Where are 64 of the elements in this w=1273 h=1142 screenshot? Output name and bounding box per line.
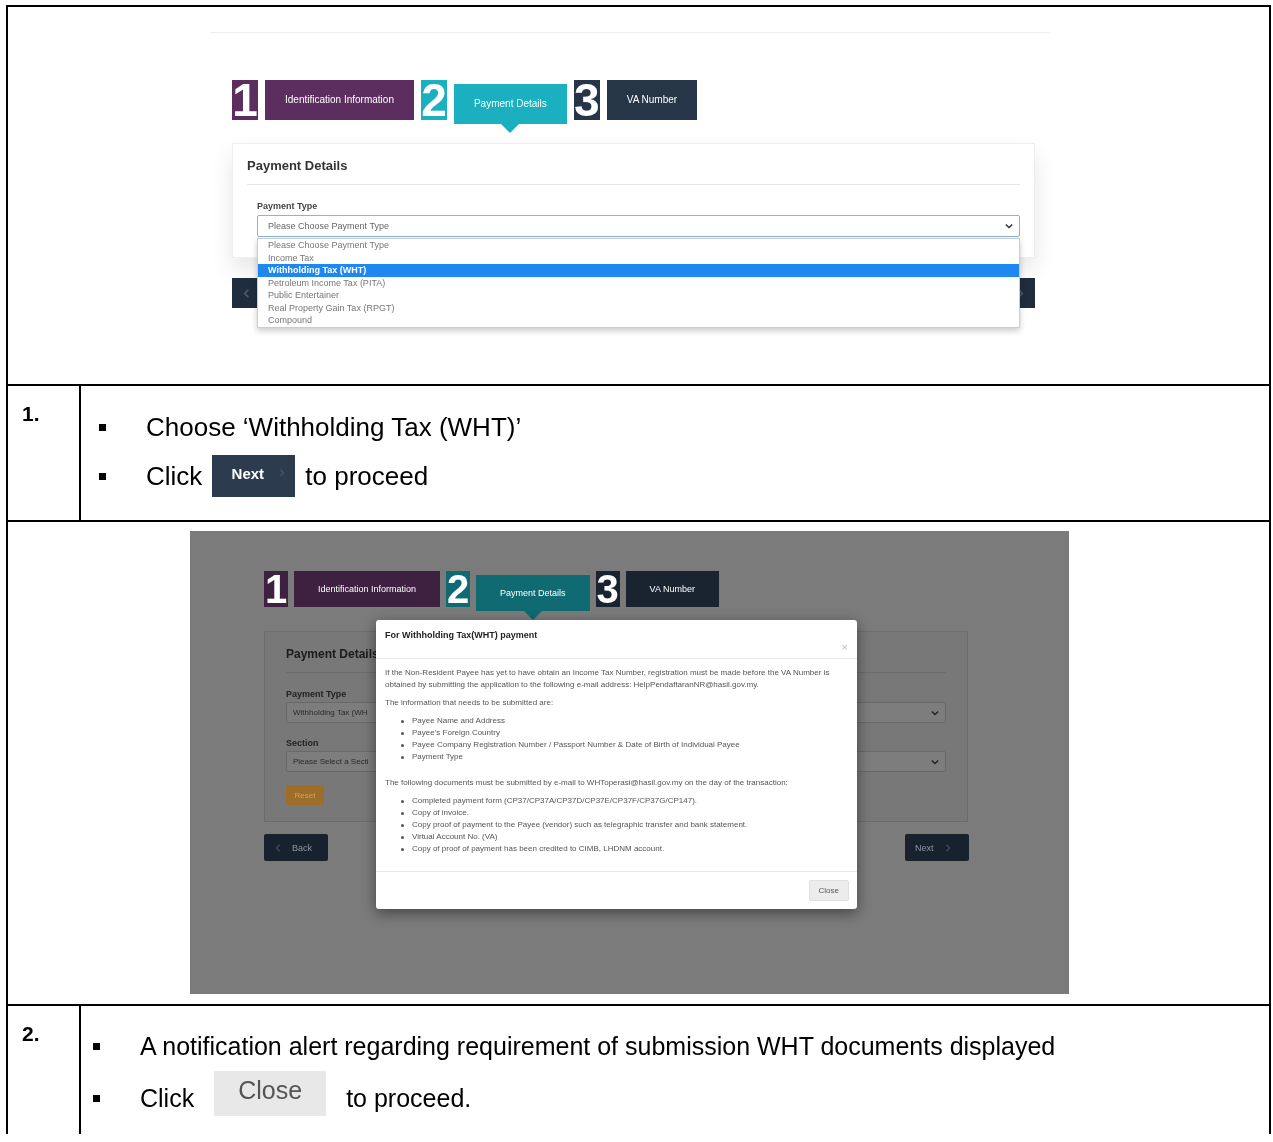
modal-paragraph: If the Non-Resident Payee has yet to have obtain an Income Tax Number, registration must be made before the VA Number is obtained by submitting the application to the following e-mail address: HelpPendaftaranNR@hasil.gov.my.: [385, 667, 831, 691]
instruction-text: to proceed: [305, 460, 429, 492]
chevron-left-icon: [274, 843, 282, 852]
list-item: Copy of proof of payment has been credited to CIMB, LHDNM account.: [412, 843, 665, 855]
chevron-right-icon: [943, 843, 952, 852]
field-label: Payment Type: [286, 689, 347, 699]
bullet-icon: [401, 743, 404, 747]
card-title: Payment Details: [247, 158, 348, 173]
step-number: 2.: [22, 1022, 40, 1045]
list-item: Payee Company Registration Number / Passport Number & Date of Birth of Individual Payee: [412, 739, 740, 751]
bullet-icon: [93, 1043, 100, 1050]
select-field[interactable]: Please Choose Payment Type: [257, 215, 1020, 237]
list-item: Payee’s Foreign Country: [412, 727, 500, 739]
bullet-icon: [99, 472, 106, 480]
dropdown-option[interactable]: Withholding Tax (WHT): [258, 264, 1019, 277]
dropdown-option[interactable]: Income Tax: [258, 251, 1019, 264]
chevron-down-icon: [1005, 222, 1013, 230]
bullet-icon: [401, 847, 404, 851]
next-button[interactable]: Next: [905, 834, 969, 861]
modal-title: For Withholding Tax(WHT) payment: [385, 630, 538, 640]
field-label: Payment Type: [257, 201, 318, 211]
bullet-icon: [401, 835, 404, 839]
step-number: 1: [232, 80, 258, 120]
list-item: Copy proof of payment to the Payee (vendor) such as telegraphic transfer and bank statement.: [412, 819, 748, 831]
bullet-icon: [401, 755, 404, 759]
modal-paragraph: The following documents must be submitted by e-mail to WHToperasi@hasil.gov.my on the day of the transaction:: [385, 777, 789, 789]
bullet-icon: [401, 719, 404, 723]
step-number: 1: [264, 571, 288, 607]
list-item: Completed payment form (CP37/CP37A/CP37D/CP37E/CP37F/CP37G/CP147).: [412, 795, 697, 807]
list-item: Virtual Account No. (VA): [412, 831, 498, 843]
list-item: Copy of invoice.: [412, 807, 469, 819]
bullet-icon: [93, 1095, 100, 1102]
instruction-text: Click: [140, 1084, 195, 1113]
dropdown-option[interactable]: Petroleum Income Tax (PITA): [258, 276, 1019, 289]
field-label: Section: [286, 738, 319, 748]
dropdown-option[interactable]: Real Property Gain Tax (RPGT): [258, 301, 1019, 314]
step-number: 2: [446, 571, 471, 607]
bullet-icon: [401, 799, 404, 803]
dropdown-option[interactable]: Please Choose Payment Type: [258, 239, 1019, 252]
step-number: 1.: [22, 402, 40, 425]
bullet-icon: [401, 811, 404, 815]
dropdown-option[interactable]: Public Entertainer: [258, 289, 1019, 302]
bullet-icon: [401, 731, 404, 735]
bullet-icon: [99, 424, 106, 431]
chevron-left-icon: [242, 288, 251, 298]
instruction-text: Choose ‘Withholding Tax (WHT)’: [146, 412, 522, 443]
back-button[interactable]: Back: [264, 834, 328, 861]
close-button[interactable]: Close: [214, 1071, 327, 1116]
next-button[interactable]: Next: [212, 455, 296, 497]
step-number: 3: [595, 571, 620, 607]
chevron-down-icon: [931, 708, 939, 717]
list-item: Payee Name and Address: [412, 715, 505, 727]
bullet-icon: [401, 823, 404, 827]
dropdown-option[interactable]: Compound: [258, 314, 1019, 327]
modal-paragraph: The information that needs to be submitted are:: [385, 697, 555, 709]
instruction-text: Click: [146, 460, 203, 492]
list-item: Payment Type: [412, 751, 463, 763]
step-number: 2: [420, 80, 447, 120]
chevron-down-icon: [931, 757, 939, 766]
instruction-text: to proceed.: [346, 1084, 472, 1113]
close-button[interactable]: Close: [808, 880, 849, 901]
instruction-text: A notification alert regarding requirement of submission WHT documents displayed: [140, 1032, 1056, 1061]
step-number: 3: [573, 80, 600, 120]
chevron-right-icon: [278, 468, 287, 478]
